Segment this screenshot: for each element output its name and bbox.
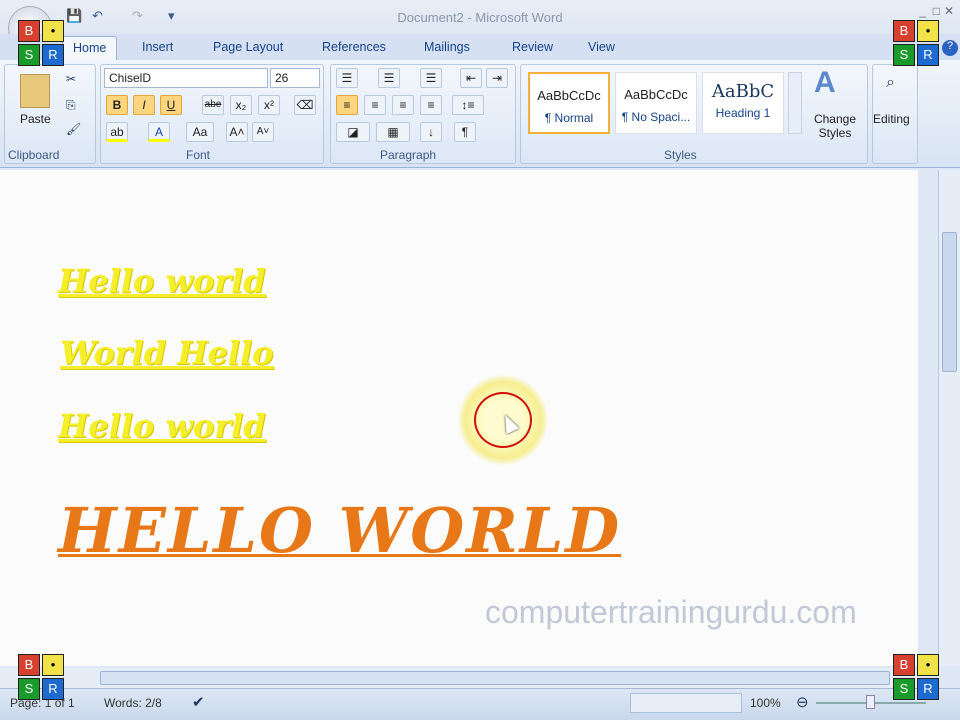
clear-formatting-icon[interactable]: ⌫	[294, 95, 316, 115]
doc-heading[interactable]: HELLO WORLD	[58, 494, 621, 567]
multilevel-list-icon[interactable]: ☰	[420, 68, 442, 88]
increase-indent-icon[interactable]: ⇥	[486, 68, 508, 88]
show-formatting-button[interactable]: ¶	[454, 122, 476, 142]
subscript-button[interactable]: x₂	[230, 95, 252, 115]
corner-logo: B • S R	[18, 654, 66, 702]
sort-icon[interactable]: ↓	[420, 122, 442, 142]
decrease-indent-icon[interactable]: ⇤	[460, 68, 482, 88]
strikethrough-button[interactable]: abe	[202, 95, 224, 115]
styles-scroll[interactable]	[788, 72, 802, 134]
shading-icon[interactable]: ◪	[336, 122, 370, 142]
superscript-button[interactable]: x²	[258, 95, 280, 115]
zoom-level[interactable]: 100%	[750, 696, 781, 710]
bold-button[interactable]: B	[106, 95, 128, 115]
font-color-icon[interactable]: A	[148, 122, 170, 142]
customize-qat-icon[interactable]: ▾	[168, 8, 175, 24]
watermark: computertrainingurdu.com	[485, 594, 857, 630]
redo-icon[interactable]: ↷	[132, 8, 143, 24]
align-center-icon[interactable]: ≡	[364, 95, 386, 115]
justify-icon[interactable]: ≡	[420, 95, 442, 115]
borders-icon[interactable]: ▦	[376, 122, 410, 142]
align-left-icon[interactable]: ≡	[336, 95, 358, 115]
style-preview: AaBbCcDc	[537, 88, 601, 103]
corner-logo: B • S R	[18, 20, 66, 68]
title-bar: Document2 - Microsoft Word _ □ ✕	[0, 0, 960, 34]
zoom-slider-thumb[interactable]	[866, 695, 875, 709]
style-name: Heading 1	[715, 106, 771, 120]
vertical-scrollbar[interactable]	[938, 170, 960, 666]
tab-review[interactable]: Review	[512, 40, 553, 54]
doc-line-1[interactable]: Hello world	[58, 262, 266, 300]
italic-button[interactable]: I	[133, 95, 155, 115]
style-name: ¶ No Spaci...	[621, 110, 691, 124]
view-buttons[interactable]	[630, 693, 742, 713]
style-heading-1[interactable]: AaBbC Heading 1	[702, 72, 784, 134]
save-icon[interactable]: 💾	[66, 8, 82, 24]
tab-references[interactable]: References	[322, 40, 386, 54]
style-normal[interactable]: AaBbCcDc ¶ Normal	[528, 72, 610, 134]
maximize-button[interactable]: □	[933, 4, 940, 18]
editing-button[interactable]: Editing	[873, 112, 910, 126]
tab-view[interactable]: View	[588, 40, 615, 54]
copy-icon[interactable]: ⎘	[66, 98, 76, 113]
format-painter-icon[interactable]: 🖌	[66, 122, 81, 136]
grow-font-button[interactable]: A˄	[226, 122, 248, 142]
doc-line-3[interactable]: Hello world	[58, 407, 266, 445]
window-title: Document2 - Microsoft Word	[397, 10, 563, 25]
proofing-icon[interactable]: ✔	[192, 693, 205, 711]
change-styles-button[interactable]: Change Styles	[810, 112, 860, 140]
tab-page-layout[interactable]: Page Layout	[213, 40, 283, 54]
numbering-icon[interactable]: ☰	[378, 68, 400, 88]
shrink-font-button[interactable]: A˅	[252, 122, 274, 142]
find-icon[interactable]: ⌕	[886, 74, 895, 92]
close-button[interactable]: ✕	[944, 4, 954, 18]
change-styles-icon[interactable]: A	[814, 66, 836, 100]
status-bar: Page: 1 of 1 Words: 2/8 ✔ 100% ⊖	[0, 688, 960, 720]
paste-button[interactable]: Paste	[20, 112, 51, 126]
style-preview: AaBbCcDc	[624, 87, 688, 102]
tab-insert[interactable]: Insert	[142, 40, 173, 54]
change-case-button[interactable]: Aa	[186, 122, 214, 142]
horizontal-scrollbar[interactable]	[0, 668, 918, 688]
undo-icon[interactable]: ↶	[92, 8, 103, 24]
minimize-button[interactable]: _	[919, 4, 926, 18]
font-name-field[interactable]: ChiselD	[104, 68, 268, 88]
styles-label: Styles	[664, 148, 697, 162]
bullets-icon[interactable]: ☰	[336, 68, 358, 88]
tab-home[interactable]: Home	[62, 36, 118, 62]
zoom-out-icon[interactable]: ⊖	[796, 693, 809, 711]
paragraph-label: Paragraph	[380, 148, 437, 162]
clipboard-label: Clipboard	[8, 148, 60, 162]
doc-line-2[interactable]: World Hello	[60, 334, 273, 372]
style-preview: AaBbC	[711, 81, 775, 102]
tab-mailings[interactable]: Mailings	[424, 40, 470, 54]
font-size-field[interactable]: 26	[270, 68, 320, 88]
font-label: Font	[186, 148, 211, 162]
word-count[interactable]: Words: 2/8	[104, 696, 162, 710]
underline-button[interactable]: U	[160, 95, 182, 115]
corner-logo: B • S R	[893, 20, 941, 68]
vertical-scroll-thumb[interactable]	[942, 232, 957, 372]
align-right-icon[interactable]: ≡	[392, 95, 414, 115]
style-name: ¶ Normal	[544, 111, 594, 125]
style-no-spacing[interactable]: AaBbCcDc ¶ No Spaci...	[615, 72, 697, 134]
corner-logo: B • S R	[893, 654, 941, 702]
line-spacing-icon[interactable]: ↕≡	[452, 95, 484, 115]
highlight-icon[interactable]: ab	[106, 122, 128, 142]
cut-icon[interactable]: ✂	[66, 72, 76, 86]
paste-icon[interactable]	[20, 74, 50, 108]
horizontal-scroll-thumb[interactable]	[100, 671, 890, 685]
